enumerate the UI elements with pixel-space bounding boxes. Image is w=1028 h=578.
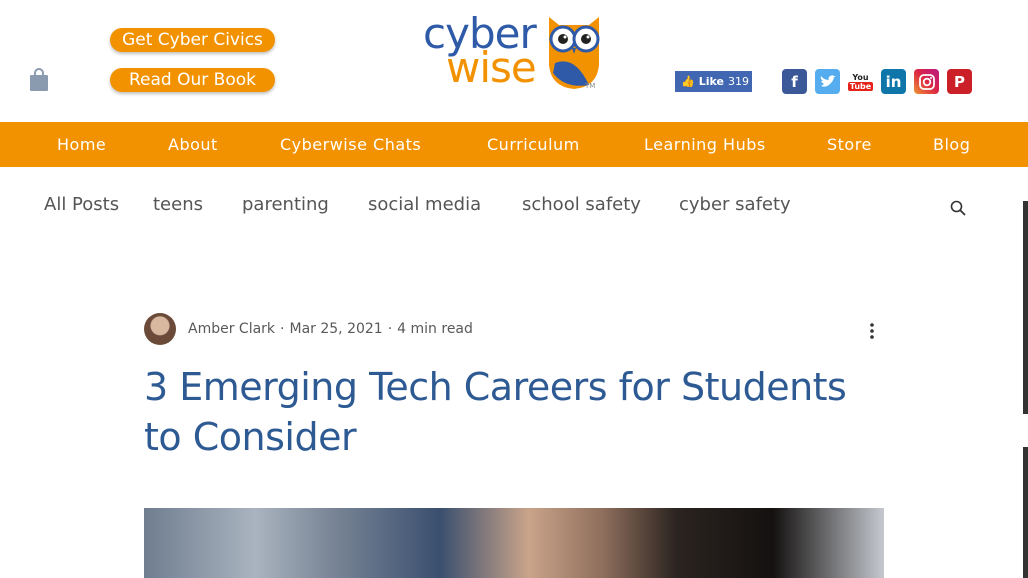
author-avatar[interactable] bbox=[144, 313, 176, 345]
like-label: Like bbox=[698, 75, 724, 88]
category-social-media[interactable]: social media bbox=[368, 194, 481, 215]
site-header: Get Cyber Civics Read Our Book cyber wis… bbox=[0, 0, 1028, 122]
side-post-thumbnail[interactable] bbox=[1023, 447, 1028, 578]
get-cyber-civics-button[interactable]: Get Cyber Civics bbox=[110, 28, 275, 52]
side-post-thumbnail[interactable] bbox=[1023, 201, 1028, 414]
category-cyber-safety[interactable]: cyber safety bbox=[679, 194, 791, 215]
nav-learning-hubs[interactable]: Learning Hubs bbox=[644, 122, 766, 167]
read-time: 4 min read bbox=[397, 321, 473, 337]
category-all-posts[interactable]: All Posts bbox=[44, 194, 119, 215]
like-count: 319 bbox=[727, 75, 749, 88]
post-title: 3 Emerging Tech Careers for Students to … bbox=[144, 365, 847, 459]
post-date: Mar 25, 2021 bbox=[289, 321, 383, 337]
search-icon[interactable] bbox=[950, 200, 966, 216]
post-meta: Amber Clark · Mar 25, 2021 · 4 min read bbox=[188, 321, 473, 337]
category-parenting[interactable]: parenting bbox=[242, 194, 329, 215]
nav-store[interactable]: Store bbox=[827, 122, 872, 167]
main-nav: Home About Cyberwise Chats Curriculum Le… bbox=[0, 122, 1028, 167]
pinterest-icon[interactable]: P bbox=[947, 69, 972, 94]
shopping-bag-icon[interactable] bbox=[29, 68, 49, 92]
owl-icon bbox=[549, 17, 600, 89]
post-hero-image bbox=[144, 508, 884, 578]
meta-separator: · bbox=[387, 321, 393, 337]
youtube-icon[interactable]: You Tube bbox=[847, 69, 874, 94]
linkedin-icon[interactable]: in bbox=[881, 69, 906, 94]
read-our-book-button[interactable]: Read Our Book bbox=[110, 68, 275, 92]
nav-cyberwise-chats[interactable]: Cyberwise Chats bbox=[280, 122, 421, 167]
instagram-icon[interactable] bbox=[914, 69, 939, 94]
thumbs-up-icon: 👍 bbox=[681, 75, 695, 88]
twitter-icon[interactable] bbox=[815, 69, 840, 94]
author-name[interactable]: Amber Clark bbox=[188, 321, 275, 337]
category-school-safety[interactable]: school safety bbox=[522, 194, 641, 215]
cyberwise-logo[interactable]: cyber wise TM bbox=[420, 10, 605, 95]
meta-separator: · bbox=[280, 321, 285, 337]
nav-home[interactable]: Home bbox=[57, 122, 106, 167]
nav-blog[interactable]: Blog bbox=[933, 122, 970, 167]
trademark-label: TM bbox=[585, 82, 596, 90]
nav-curriculum[interactable]: Curriculum bbox=[487, 122, 580, 167]
nav-about[interactable]: About bbox=[168, 122, 218, 167]
category-teens[interactable]: teens bbox=[153, 194, 203, 215]
more-options-icon[interactable] bbox=[866, 322, 878, 340]
facebook-like-button[interactable]: 👍 Like 319 bbox=[675, 71, 752, 92]
facebook-icon[interactable]: f bbox=[782, 69, 807, 94]
logo-text-wise: wise bbox=[446, 43, 537, 92]
